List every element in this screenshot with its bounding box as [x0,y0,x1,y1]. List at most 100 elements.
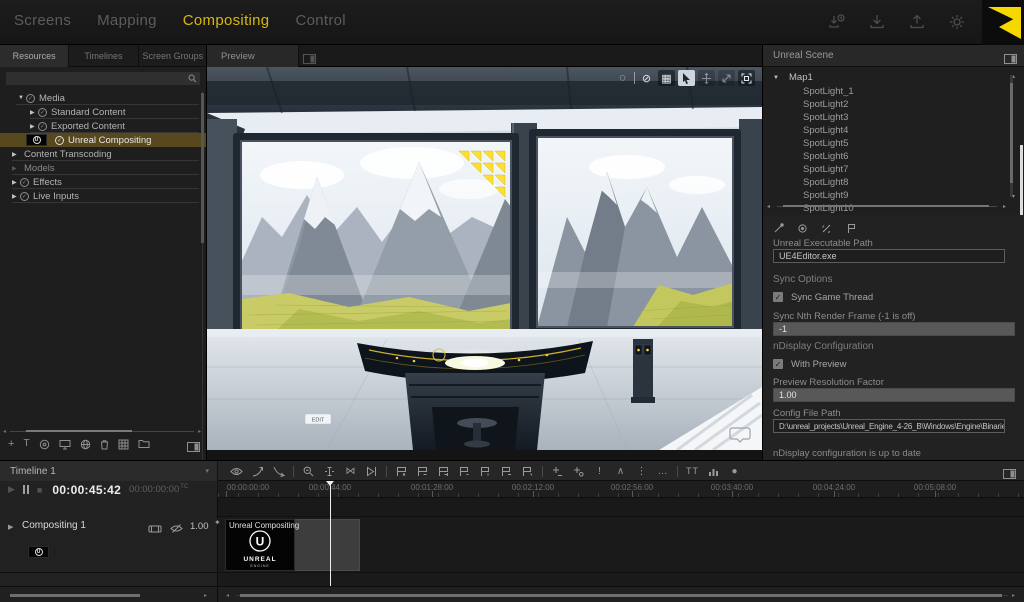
nav-tab-screens[interactable]: Screens [14,12,71,29]
tab-screen-groups[interactable]: Screen Groups [139,45,207,67]
tree-item-models[interactable]: ▶ Models [0,161,207,175]
scroll-right-arrow[interactable]: ▸ [1003,203,1006,210]
text-tool-icon[interactable]: TT [686,464,699,478]
track-opacity-value[interactable]: 1.00 [190,521,209,532]
scene-tree[interactable]: ▼ Map1 SpotLight_1 SpotLight2 SpotLight3… [763,67,1024,215]
flag-icon[interactable] [846,221,856,239]
add-key-icon[interactable] [572,464,585,478]
light-item[interactable]: SpotLight7 [803,164,848,175]
film-icon[interactable] [148,521,162,539]
globe-icon[interactable] [80,439,91,450]
tree-item-effects[interactable]: ▶ ✓ Effects [0,175,207,189]
add-track-icon[interactable] [551,464,564,478]
caret-icon[interactable]: ∧ [614,464,627,478]
check-circle-icon[interactable]: ✓ [20,192,29,201]
marker-in-icon[interactable] [416,464,429,478]
text-icon[interactable]: T [23,439,29,449]
expand-arrow-icon[interactable]: ▶ [12,193,20,200]
light-item[interactable]: SpotLight5 [803,138,848,149]
tree-horizontal-scrollbar-thumb[interactable] [26,430,132,432]
check-circle-icon[interactable]: ✓ [20,178,29,187]
exe-path-input[interactable]: UE4Editor.exe [773,249,1005,263]
grid-icon[interactable] [118,439,129,450]
expand-arrow-icon[interactable]: ▶ [30,123,38,130]
scroll-right-arrow[interactable]: ▸ [204,592,207,599]
dropdown-arrow-icon[interactable]: ▾ [205,467,209,475]
check-circle-icon[interactable]: ✓ [38,108,47,117]
pause-button[interactable] [23,485,29,494]
tree-item-content-transcoding[interactable]: ▶ Content Transcoding [0,147,207,161]
scene-tree-vscrollbar-thumb[interactable] [1010,83,1013,183]
tree-item-standard-content[interactable]: ▶ ✓ Standard Content [0,105,207,119]
tab-resources[interactable]: Resources [0,45,69,67]
marker-out-icon[interactable] [437,464,450,478]
record-icon[interactable]: ● [728,464,741,478]
check-circle-icon[interactable]: ✓ [55,136,64,145]
light-item[interactable]: SpotLight6 [803,151,848,162]
timeline-ruler[interactable]: 00:00:00:00 00:00:44:00 00:01:28:00 00:0… [218,481,1024,498]
panel-scrollbar-thumb[interactable] [1020,145,1023,215]
download-icon[interactable] [868,13,886,31]
tree-item-media[interactable]: ▼ ✓ Media [0,91,207,105]
expand-arrow-icon[interactable]: ▶ [12,151,20,158]
scroll-right-arrow[interactable]: ▸ [1012,592,1015,599]
timeline-hscrollbar-thumb[interactable] [240,594,1002,597]
settings-gear-icon[interactable] [948,13,966,31]
target-icon[interactable] [797,221,808,239]
preview-viewport[interactable]: EDIT [207,67,762,450]
more-icon[interactable]: … [656,464,669,478]
display-icon[interactable] [59,439,71,450]
tree-item-live-inputs[interactable]: ▶ ✓ Live Inputs [0,189,207,203]
ripple-icon[interactable]: ⋈ [344,464,357,478]
upload-icon[interactable] [908,13,926,31]
timeline-selector[interactable]: Timeline 1 ▾ [0,461,218,481]
light-item[interactable]: SpotLight_1 [803,86,854,97]
expand-arrow-icon[interactable]: ▶ [12,165,20,172]
clip-tail[interactable] [295,519,360,571]
tab-timelines[interactable]: Timelines [69,45,138,67]
disable-icon[interactable]: ⊘ [638,70,655,86]
tree-vertical-scrollbar-thumb[interactable] [201,93,204,243]
playhead[interactable] [330,481,331,586]
grid-icon[interactable]: ▦ [658,70,675,86]
scale-icon[interactable] [718,70,735,86]
expand-arrow-icon[interactable]: ▶ [30,109,38,116]
add-icon[interactable]: + [8,439,14,449]
stop-button[interactable]: ■ [37,485,42,495]
tab-preview[interactable]: Preview [207,45,299,67]
trash-icon[interactable] [100,439,109,450]
warning-icon[interactable]: ! [593,464,606,478]
zoom-out-icon[interactable] [302,464,315,478]
nav-tab-compositing[interactable]: Compositing [183,12,270,29]
scroll-left-arrow[interactable]: ◂ [3,428,6,435]
play-button[interactable]: ▶ [8,484,15,495]
light-item[interactable]: SpotLight3 [803,112,848,123]
panel-icon[interactable] [187,439,200,457]
folder-icon[interactable] [138,439,150,449]
light-item[interactable]: SpotLight9 [803,190,848,201]
pen-icon[interactable] [773,221,784,239]
nav-tab-mapping[interactable]: Mapping [97,12,157,29]
cursor-icon[interactable] [678,70,695,86]
play-to-marker-icon[interactable] [365,464,378,478]
config-path-input[interactable]: D:\unreal_projects\Unreal_Engine_4-26_B\… [773,419,1005,433]
search-input[interactable] [6,72,200,85]
sign-icon[interactable] [821,221,833,239]
track-compositing-1[interactable]: ▶ Compositing 1 1.00 ✦ U U UNREAL ENG [0,517,1024,573]
keyframe-diamond-icon[interactable]: ✦ [214,518,221,527]
ibeam-icon[interactable] [323,464,336,478]
stats-icon[interactable] [707,464,720,478]
more-vertical-icon[interactable]: ⋮ [635,464,648,478]
with-preview-checkbox[interactable]: ✓ [773,359,783,369]
check-circle-icon[interactable]: ✓ [38,122,47,131]
playhead-marker[interactable] [326,481,334,486]
import-history-icon[interactable] [828,13,846,31]
ease-out-icon[interactable] [272,464,285,478]
scroll-right-arrow[interactable]: ▸ [198,428,201,435]
nth-frame-input[interactable]: -1 [773,322,1015,336]
tree-item-exported-content[interactable]: ▶ ✓ Exported Content [0,119,207,133]
scene-tree-hscrollbar-thumb[interactable] [783,205,989,207]
eye-icon[interactable] [230,464,243,478]
tree-item-unreal-compositing[interactable]: U ✓ Unreal Compositing [0,133,207,147]
track-expand-arrow-icon[interactable]: ▶ [8,523,13,531]
